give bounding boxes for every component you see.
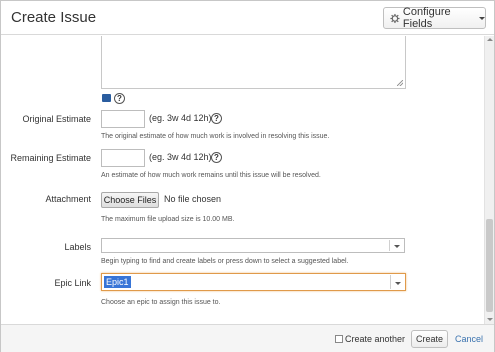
- resize-grip-icon[interactable]: [397, 80, 403, 86]
- epic-link-label: Epic Link: [54, 278, 91, 288]
- create-button[interactable]: Create: [411, 330, 448, 348]
- attachment-hint: The maximum file upload size is 10.00 MB…: [101, 216, 235, 223]
- original-estimate-input[interactable]: [101, 110, 145, 128]
- scroll-down-icon[interactable]: [487, 318, 493, 321]
- chevron-down-icon: [479, 16, 485, 20]
- scrollbar-thumb[interactable]: [486, 219, 493, 312]
- dropdown-divider: [389, 240, 390, 251]
- configure-fields-button[interactable]: Configure Fields: [383, 6, 486, 30]
- epic-link-value: Epic1: [104, 276, 131, 288]
- create-another-checkbox[interactable]: [335, 335, 343, 343]
- create-another-label[interactable]: Create another: [345, 334, 405, 344]
- choose-files-button[interactable]: Choose Files: [101, 192, 159, 208]
- file-status: No file chosen: [164, 194, 222, 204]
- configure-fields-label: Configure Fields: [402, 6, 451, 30]
- chevron-down-icon[interactable]: [394, 245, 400, 248]
- labels-label: Labels: [64, 242, 91, 252]
- help-icon[interactable]: ?: [211, 113, 222, 124]
- epic-link-input[interactable]: Epic1: [101, 273, 406, 291]
- wiki-markup-icon[interactable]: [102, 94, 111, 102]
- remaining-estimate-example: (eg. 3w 4d 12h): [149, 152, 212, 162]
- dialog-body: ? Original Estimate (eg. 3w 4d 12h) ? Th…: [1, 36, 494, 324]
- remaining-estimate-label: Remaining Estimate: [10, 153, 91, 163]
- help-icon[interactable]: ?: [211, 152, 222, 163]
- cancel-link[interactable]: Cancel: [455, 334, 483, 344]
- chevron-down-icon[interactable]: [395, 282, 401, 285]
- scroll-up-icon[interactable]: [487, 38, 493, 41]
- gear-icon: [390, 13, 400, 23]
- labels-input[interactable]: [101, 238, 405, 253]
- original-estimate-hint: The original estimate of how much work i…: [101, 133, 330, 140]
- epic-link-hint: Choose an epic to assign this issue to.: [101, 299, 221, 306]
- dialog-footer: Create another Create Cancel: [1, 324, 494, 352]
- scrollbar[interactable]: [484, 36, 494, 324]
- attachment-label: Attachment: [45, 194, 91, 204]
- create-issue-dialog: Create Issue Configure Fields ? Original…: [0, 0, 495, 352]
- labels-hint: Begin typing to find and create labels o…: [101, 258, 349, 265]
- dialog-title: Create Issue: [11, 9, 97, 26]
- dropdown-divider: [390, 275, 391, 289]
- help-icon[interactable]: ?: [114, 93, 125, 104]
- original-estimate-example: (eg. 3w 4d 12h): [149, 113, 212, 123]
- remaining-estimate-hint: An estimate of how much work remains unt…: [101, 172, 321, 179]
- original-estimate-label: Original Estimate: [22, 114, 91, 124]
- description-textarea[interactable]: [101, 36, 406, 89]
- remaining-estimate-input[interactable]: [101, 149, 145, 167]
- dialog-header: Create Issue Configure Fields: [1, 1, 494, 35]
